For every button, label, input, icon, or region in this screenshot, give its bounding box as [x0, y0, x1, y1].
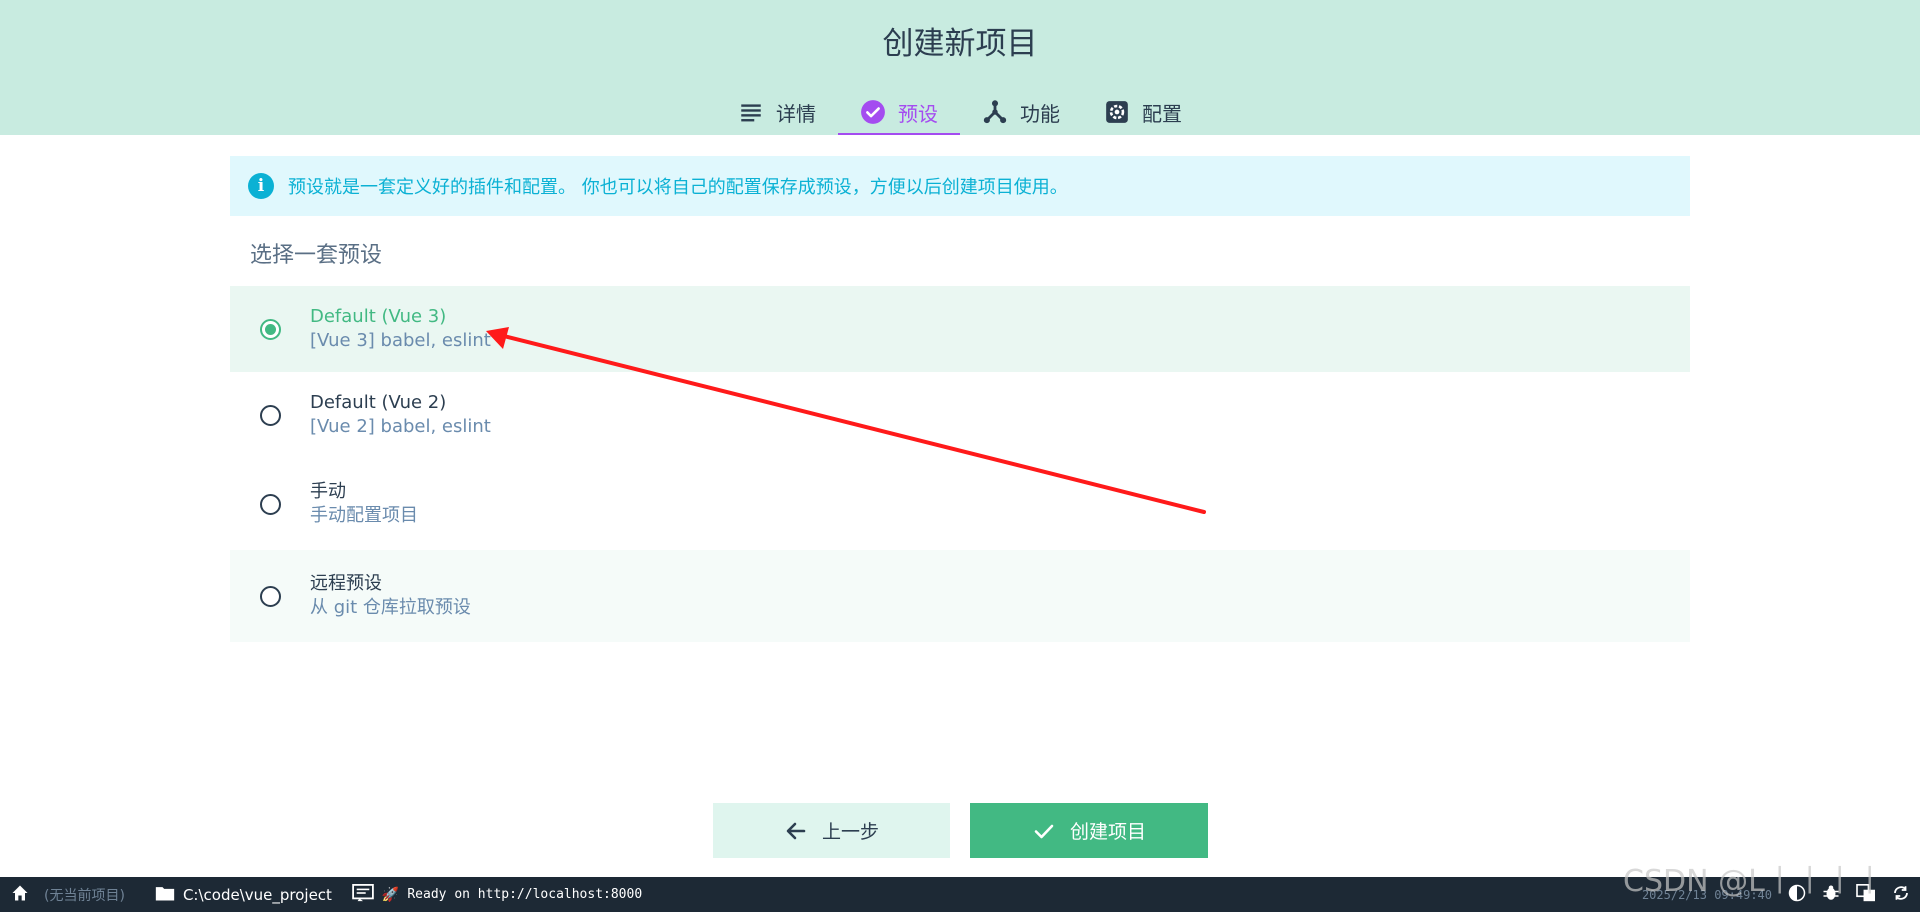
preset-item-vue3[interactable]: Default (Vue 3) [Vue 3] babel, eslint	[230, 286, 1690, 372]
status-right: 2025/2/13 09:49:40	[1642, 877, 1920, 912]
tab-details[interactable]: 详情	[716, 89, 838, 135]
timestamp: 2025/2/13 09:49:40	[1641, 887, 1772, 902]
preset-desc: 从 git 仓库拉取预设	[310, 597, 471, 618]
preset-item-manual[interactable]: 手动 手动配置项目	[230, 458, 1690, 550]
console-icon	[352, 883, 374, 906]
preset-list: Default (Vue 3) [Vue 3] babel, eslint De…	[230, 286, 1690, 642]
preset-desc: [Vue 2] babel, eslint	[310, 416, 491, 437]
preset-name: 手动	[310, 481, 346, 502]
folder-icon	[155, 884, 175, 906]
page-title: 创建新项目	[882, 26, 1038, 62]
rocket-icon: 🚀	[381, 886, 400, 903]
radio-unselected[interactable]	[260, 493, 281, 515]
section-title: 选择一套预设	[250, 243, 383, 268]
fork-icon	[982, 99, 1008, 125]
folder-path: C:\code\vue_project	[182, 885, 332, 904]
preset-item-vue2[interactable]: Default (Vue 2) [Vue 2] babel, eslint	[230, 372, 1690, 458]
folder-path-button[interactable]: C:\code\vue_project	[155, 877, 332, 912]
tab-features[interactable]: 功能	[960, 89, 1082, 135]
radio-selected[interactable]	[260, 318, 281, 340]
refresh-icon[interactable]	[1892, 884, 1910, 906]
gear-icon	[1104, 99, 1130, 125]
check-circle-icon	[860, 99, 886, 125]
radio-unselected[interactable]	[260, 404, 281, 426]
status-bar: (无当前项目) C:\code\vue_project 🚀 Ready on h…	[0, 877, 1920, 912]
preset-desc: 手动配置项目	[310, 505, 418, 526]
tab-label: 预设	[898, 101, 938, 126]
preset-text: Default (Vue 2) [Vue 2] babel, eslint	[310, 391, 491, 439]
log-message: Ready on http://localhost:8000	[407, 887, 643, 902]
home-icon	[10, 883, 30, 907]
preset-text: Default (Vue 3) [Vue 3] babel, eslint	[310, 305, 491, 353]
home-button[interactable]	[10, 877, 30, 912]
app-window: 创建新项目 详情 预设 功能 配置 i 预设就是一套定义好的插件和配置。 你也可…	[0, 0, 1920, 912]
preset-name: Default (Vue 2)	[310, 392, 447, 413]
arrow-left-icon	[784, 819, 808, 843]
tab-label: 配置	[1142, 101, 1182, 126]
tab-label: 功能	[1020, 101, 1060, 126]
info-icon: i	[248, 173, 274, 199]
tab-presets[interactable]: 预设	[838, 89, 960, 135]
preset-desc: [Vue 3] babel, eslint	[310, 330, 491, 351]
header: 创建新项目 详情 预设 功能 配置	[0, 0, 1920, 135]
console-log-button[interactable]: 🚀 Ready on http://localhost:8000	[352, 877, 642, 912]
check-icon	[1032, 819, 1056, 843]
bug-icon[interactable]	[1822, 884, 1840, 906]
button-label: 创建项目	[1069, 821, 1146, 843]
current-project[interactable]: (无当前项目)	[44, 877, 125, 912]
preset-name: Default (Vue 3)	[310, 306, 447, 327]
tab-config[interactable]: 配置	[1082, 89, 1204, 135]
preset-item-remote[interactable]: 远程预设 从 git 仓库拉取预设	[230, 550, 1690, 642]
step-tabs: 详情 预设 功能 配置	[0, 89, 1920, 135]
preset-text: 手动 手动配置项目	[310, 480, 418, 528]
button-label: 上一步	[821, 821, 879, 843]
info-text: 预设就是一套定义好的插件和配置。 你也可以将自己的配置保存成预设，方便以后创建项…	[288, 177, 1068, 198]
prev-step-button[interactable]: 上一步	[713, 803, 950, 858]
create-project-button[interactable]: 创建项目	[970, 803, 1208, 858]
tab-label: 详情	[776, 101, 816, 126]
translate-icon[interactable]	[1856, 883, 1876, 906]
preset-text: 远程预设 从 git 仓库拉取预设	[310, 572, 471, 620]
theme-toggle-icon[interactable]	[1788, 884, 1806, 906]
radio-unselected[interactable]	[260, 585, 281, 607]
info-banner: i 预设就是一套定义好的插件和配置。 你也可以将自己的配置保存成预设，方便以后创…	[230, 156, 1690, 216]
list-icon	[738, 99, 764, 125]
preset-name: 远程预设	[310, 573, 382, 594]
